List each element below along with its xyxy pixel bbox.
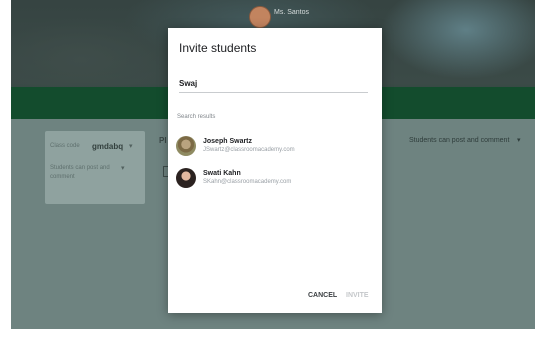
class-code-value: gmdabq (92, 142, 124, 151)
search-results-label: Search results (177, 114, 216, 120)
result-name: Joseph Swartz (203, 138, 253, 145)
class-code-label: Class code (50, 143, 80, 149)
stream-label: Pl (159, 136, 167, 145)
screen: Ms. Santos Class code gmdabq ▾ Students … (0, 0, 546, 338)
result-email: SKahn@classroomacademy.com (203, 179, 292, 185)
post-permission-select[interactable]: Students can post and comment (409, 137, 509, 144)
cancel-button[interactable]: CANCEL (305, 290, 340, 301)
chevron-down-icon[interactable]: ▾ (121, 164, 125, 172)
card-permission-select[interactable]: Students can post and comment (50, 164, 110, 182)
invite-button[interactable]: INVITE (343, 290, 372, 301)
teacher-name: Ms. Santos (274, 9, 310, 16)
search-result-item[interactable]: Swati Kahn SKahn@classroomacademy.com (174, 166, 364, 192)
dialog-title: Invite students (179, 41, 257, 55)
student-search-input[interactable] (179, 74, 368, 93)
search-result-item[interactable]: Joseph Swartz JSwartz@classroomacademy.c… (174, 134, 364, 160)
teacher-avatar (249, 6, 271, 28)
avatar (176, 168, 196, 188)
chevron-down-icon[interactable]: ▾ (129, 142, 133, 150)
result-name: Swati Kahn (203, 170, 241, 177)
invite-students-dialog: Invite students Search results Joseph Sw… (168, 28, 382, 313)
class-info-card: Class code gmdabq ▾ Students can post an… (45, 131, 145, 204)
result-email: JSwartz@classroomacademy.com (203, 147, 295, 153)
avatar (176, 136, 196, 156)
chevron-down-icon[interactable]: ▾ (517, 136, 521, 144)
